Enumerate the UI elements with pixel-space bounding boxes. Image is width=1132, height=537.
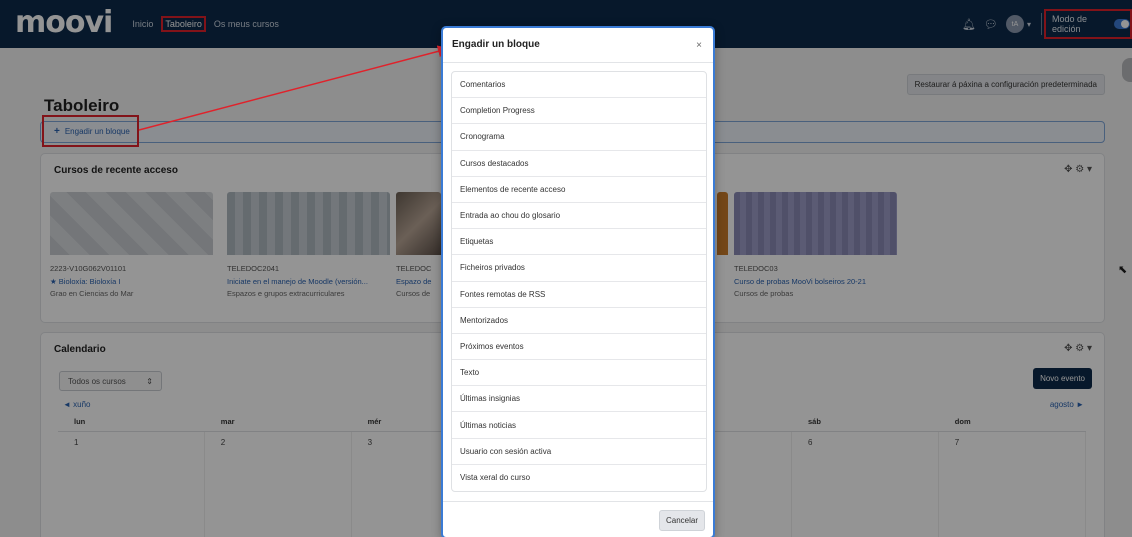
block-list: Comentarios Completion Progress Cronogra… <box>451 71 707 492</box>
modal-footer-divider <box>443 501 713 502</box>
block-option[interactable]: Entrada ao chou do glosario <box>452 203 706 230</box>
modal-divider <box>443 62 713 63</box>
block-option[interactable]: Vista xeral do curso <box>452 465 706 491</box>
block-option[interactable]: Completion Progress <box>452 98 706 125</box>
add-block-modal: Engadir un bloque × Comentarios Completi… <box>441 26 715 537</box>
close-icon[interactable]: × <box>696 40 702 51</box>
block-option[interactable]: Texto <box>452 360 706 387</box>
block-option[interactable]: Cursos destacados <box>452 151 706 177</box>
cancel-button[interactable]: Cancelar <box>658 510 705 531</box>
block-option[interactable]: Ficheiros privados <box>452 255 706 282</box>
modal-title: Engadir un bloque <box>452 39 540 50</box>
block-option[interactable]: Usuario con sesión activa <box>452 439 706 465</box>
block-option[interactable]: Comentarios <box>452 72 706 99</box>
block-option[interactable]: Elementos de recente acceso <box>452 177 706 203</box>
block-option[interactable]: Últimas noticias <box>452 412 706 439</box>
block-option[interactable]: Últimas insignias <box>452 386 706 413</box>
block-option[interactable]: Cronograma <box>452 124 706 151</box>
block-option[interactable]: Mentorizados <box>452 308 706 334</box>
block-option[interactable]: Fontes remotas de RSS <box>452 282 706 308</box>
block-option[interactable]: Etiquetas <box>452 229 706 256</box>
block-option[interactable]: Próximos eventos <box>452 334 706 361</box>
